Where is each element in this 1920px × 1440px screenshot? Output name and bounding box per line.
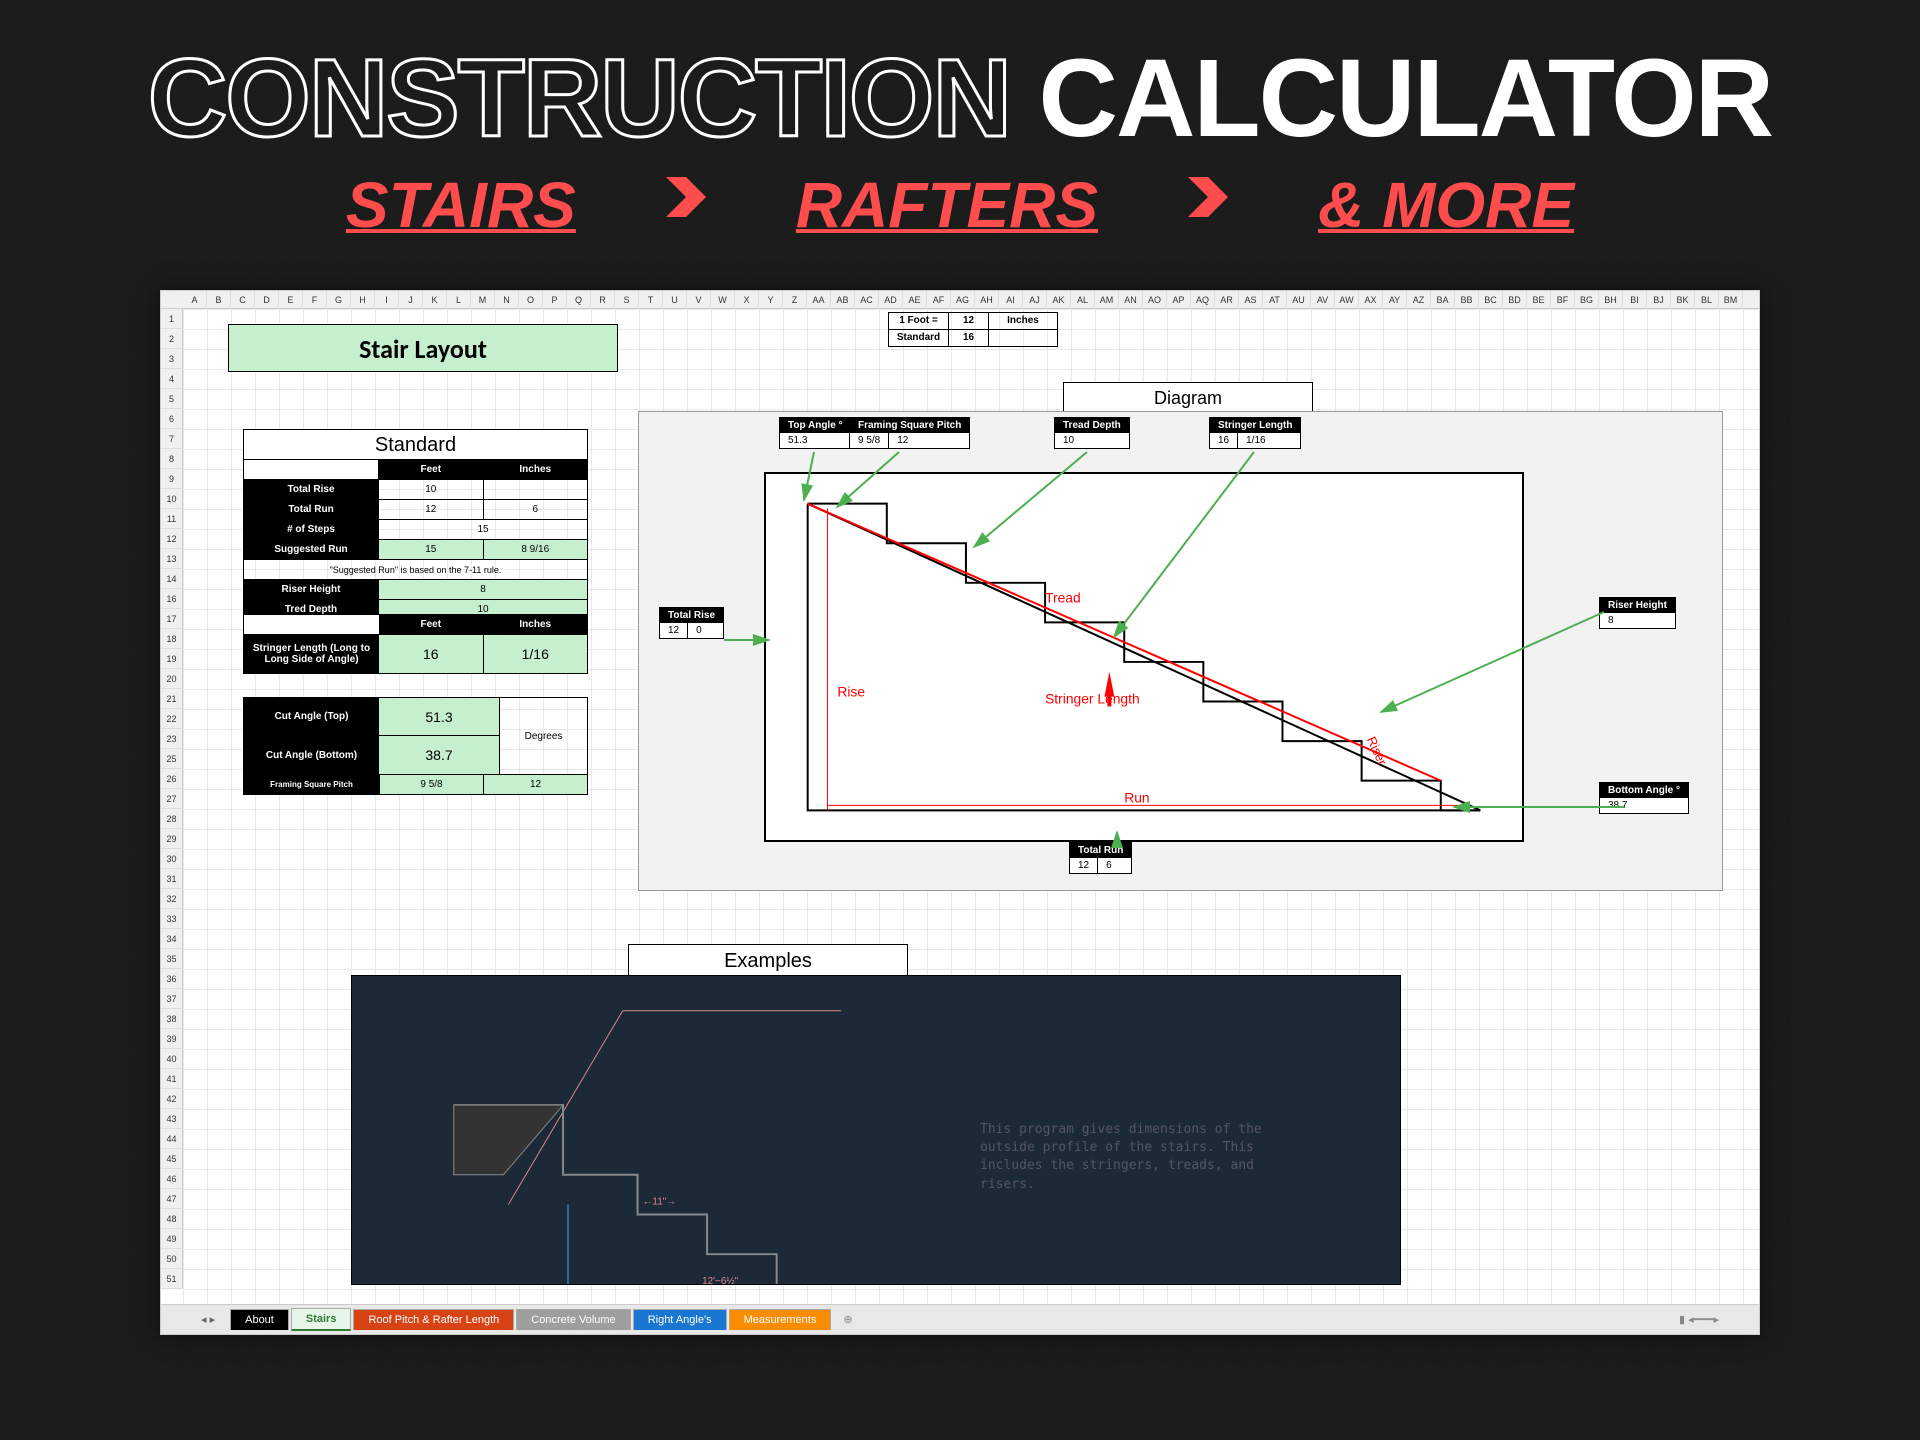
main-title: CONSTRUCTION CALCULATOR [0,0,1920,172]
chevron-right-icon [1178,167,1238,242]
callout-total-rise: Total Rise 12 0 [659,607,724,639]
standard-label: Standard [889,330,949,346]
column-headers: ABCDEFGHIJKLMNOPQRSTUVWXYZAAABACADAEAFAG… [161,291,1759,309]
stringer-table: Feet Inches Stringer Length (Long to Lon… [243,614,588,674]
tread-text: Tread [1045,590,1081,606]
tab-measurements[interactable]: Measurements [729,1309,832,1330]
sub-rafters: RAFTERS [796,168,1098,242]
title-part1: CONSTRUCTION [148,37,1010,160]
tab-angles[interactable]: Right Angle's [633,1309,727,1330]
callout-bottom-angle: Bottom Angle ° 38.7 [1599,782,1689,814]
stringer-text: Stringer Length [1045,690,1140,706]
new-tab-button[interactable]: ⊕ [833,1309,862,1330]
examples-label: Examples [628,944,908,976]
total-rise-in[interactable] [484,480,588,499]
sub-more: & MORE [1318,168,1574,242]
examples-description: This program gives dimensions of the out… [980,1121,1280,1194]
cut-angle-table: Cut Angle (Top) 51.3 Cut Angle (Bottom) … [243,697,588,795]
callout-riser-height: Riser Height 8 [1599,597,1676,629]
tab-stairs[interactable]: Stairs [291,1308,352,1331]
callout-tread-depth: Tread Depth 10 [1054,417,1130,449]
svg-text:12'−6½": 12'−6½" [702,1276,739,1284]
tab-about[interactable]: About [230,1309,289,1330]
grid-area[interactable]: Stair Layout 1 Foot = 12 Inches Standard… [183,309,1759,1304]
spreadsheet-window: ABCDEFGHIJKLMNOPQRSTUVWXYZAAABACADAEAFAG… [160,290,1760,1335]
standard-value[interactable]: 16 [949,330,989,346]
sub-header: STAIRS RAFTERS & MORE [0,167,1920,242]
riser-text: Riser [1364,734,1391,768]
sheet-title: Stair Layout [228,324,618,372]
info-block: 1 Foot = 12 Inches Standard 16 [888,312,1058,347]
chevron-right-icon [656,167,716,242]
examples-panel: ←11"→ 12'−6½" This program gives dimensi… [351,975,1401,1285]
callout-stringer-length: Stringer Length 16 1/16 [1209,417,1301,449]
nav-prev-icon[interactable]: ◂ ▸ [201,1313,215,1326]
sheet-tabs: ◂ ▸ About Stairs Roof Pitch & Rafter Len… [161,1304,1759,1334]
diagram-panel: Top Angle ° 51.3 Framing Square Pitch 9 … [638,411,1723,891]
title-part2: CALCULATOR [1039,37,1773,160]
total-run-in[interactable]: 6 [484,500,588,519]
tab-roof[interactable]: Roof Pitch & Rafter Length [353,1309,514,1330]
tab-concrete[interactable]: Concrete Volume [516,1309,630,1330]
scrollbar-icon[interactable]: ▮ ◂━━━▸ [1679,1313,1719,1326]
total-run-ft[interactable]: 12 [379,500,484,519]
stair-drawing: Tread Rise Riser Run Stringer Length [764,472,1524,842]
sub-stairs: STAIRS [346,168,576,242]
standard-header: Standard [244,430,587,460]
callout-fs-pitch: Framing Square Pitch 9 5/8 12 [849,417,970,449]
rise-text: Rise [837,684,865,700]
foot-value[interactable]: 12 [949,313,989,329]
total-rise-ft[interactable]: 10 [379,480,484,499]
row-headers: 1234567891011121314161718192021222325262… [161,309,183,1289]
foot-label: 1 Foot = [889,313,949,329]
svg-text:←11"→: ←11"→ [643,1197,677,1208]
callout-total-run: Total Run 12 6 [1069,842,1132,874]
run-text: Run [1124,789,1149,805]
foot-unit: Inches [989,313,1057,329]
callout-top-angle: Top Angle ° 51.3 [779,417,852,449]
diagram-label: Diagram [1063,382,1313,412]
standard-table: Standard Feet Inches Total Rise 10 Total… [243,429,588,621]
steps-val[interactable]: 15 [379,520,587,539]
